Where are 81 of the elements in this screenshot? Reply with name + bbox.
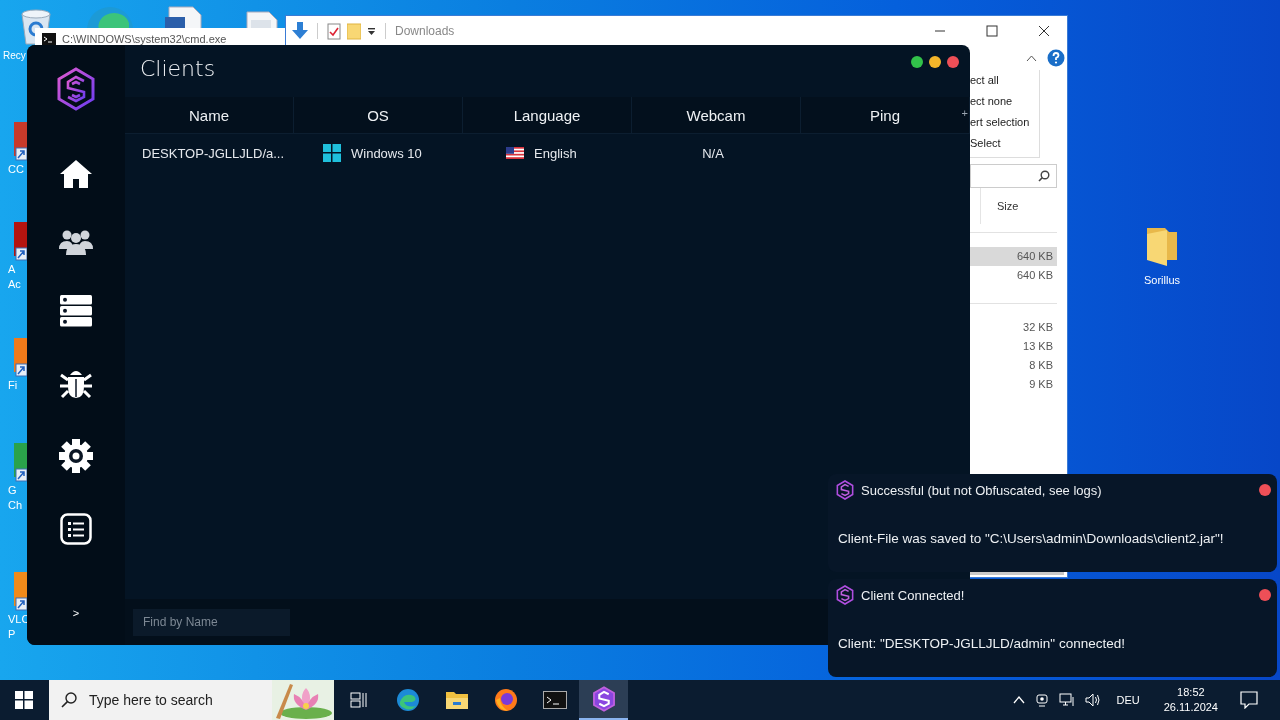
notifications-icon[interactable] bbox=[1240, 691, 1258, 709]
column-header[interactable]: Language bbox=[463, 97, 632, 133]
language-indicator[interactable]: DEU bbox=[1116, 694, 1140, 706]
document-icon[interactable] bbox=[165, 5, 203, 30]
hexagon-logo-icon bbox=[836, 480, 854, 500]
column-header[interactable]: Webcam bbox=[632, 97, 801, 133]
window-title: C:\WINDOWS\system32\cmd.exe bbox=[62, 33, 227, 46]
download-icon[interactable] bbox=[292, 22, 308, 40]
folder-icon bbox=[444, 690, 469, 710]
maximize-button[interactable] bbox=[911, 56, 923, 68]
collapse-ribbon-icon[interactable] bbox=[1026, 54, 1037, 62]
window-title: Downloads bbox=[395, 24, 455, 38]
maximize-icon[interactable] bbox=[986, 25, 998, 37]
desktop-icon-label: Ac bbox=[8, 277, 21, 292]
camera-icon[interactable] bbox=[1034, 693, 1049, 707]
desktop-icon-label: CC bbox=[8, 162, 24, 177]
properties-icon[interactable] bbox=[327, 22, 341, 40]
taskbar-button[interactable] bbox=[579, 680, 628, 720]
search-icon bbox=[1038, 170, 1050, 182]
clock[interactable]: 18:52 26.11.2024 bbox=[1163, 685, 1218, 715]
expand-button[interactable]: > bbox=[68, 605, 84, 621]
desktop-icon-label: Sorillus bbox=[1143, 274, 1181, 286]
search-field[interactable]: Find by Name bbox=[133, 608, 290, 636]
hexagon-logo-icon bbox=[836, 585, 854, 605]
file-size[interactable]: 640 KB bbox=[970, 247, 1057, 266]
table-cell: DESKTOP-JGLLJLD/a... bbox=[142, 145, 285, 161]
dropdown-icon[interactable] bbox=[367, 26, 376, 36]
notification-title: Client Connected! bbox=[861, 587, 965, 603]
column-header[interactable]: OS bbox=[294, 97, 463, 133]
desktop-icon-label: A bbox=[8, 262, 16, 277]
ribbon-item[interactable]: ect all bbox=[970, 74, 1039, 87]
firefox-icon bbox=[493, 688, 518, 712]
close-icon[interactable] bbox=[1038, 25, 1050, 37]
minimize-button[interactable] bbox=[929, 56, 941, 68]
search-field[interactable] bbox=[970, 164, 1057, 188]
windows-icon bbox=[323, 144, 341, 162]
desktop-icon-label: G bbox=[8, 483, 17, 498]
column-header[interactable]: Size bbox=[980, 188, 1067, 224]
caret-icon[interactable] bbox=[1012, 696, 1025, 704]
ribbon-item[interactable]: ert selection bbox=[970, 115, 1039, 128]
table-cell: N/A bbox=[702, 145, 724, 161]
search-icon bbox=[61, 692, 77, 708]
search-field[interactable]: Type here to search bbox=[49, 680, 334, 720]
desktop-icon-label: Recy bbox=[3, 50, 26, 61]
close-button[interactable] bbox=[1259, 484, 1271, 496]
terminal-icon bbox=[542, 691, 567, 709]
ribbon-item[interactable]: Select bbox=[970, 136, 1039, 149]
notification-message: Client: "DESKTOP-JGLLJLD/admin" connected! bbox=[837, 636, 1126, 651]
speaker-icon[interactable] bbox=[1084, 693, 1101, 707]
hexagon-logo-icon bbox=[591, 686, 616, 712]
file-size[interactable]: 13 KB bbox=[970, 337, 1057, 356]
users-icon[interactable] bbox=[59, 229, 93, 255]
windows-icon[interactable] bbox=[15, 691, 33, 709]
help-icon[interactable] bbox=[1047, 49, 1065, 67]
desktop-icon-label: P bbox=[8, 627, 16, 642]
column-header[interactable]: Name bbox=[125, 97, 294, 133]
desktop-icon-label: Ch bbox=[8, 498, 23, 513]
flag-icon bbox=[506, 147, 524, 159]
ribbon-item[interactable]: ect none bbox=[970, 95, 1039, 108]
network-icon[interactable] bbox=[1058, 693, 1075, 707]
file-size[interactable]: 9 KB bbox=[970, 375, 1057, 394]
close-button[interactable] bbox=[1259, 589, 1271, 601]
table-cell: Windows 10 bbox=[351, 145, 422, 161]
file-size[interactable]: 8 KB bbox=[970, 356, 1057, 375]
home-icon[interactable] bbox=[59, 159, 93, 189]
server-icon[interactable] bbox=[60, 295, 92, 327]
folder-icon[interactable] bbox=[1145, 226, 1179, 268]
add-column-button[interactable]: + bbox=[961, 107, 968, 119]
edge-icon bbox=[395, 688, 420, 712]
file-size[interactable]: 32 KB bbox=[970, 318, 1057, 337]
list-icon[interactable] bbox=[60, 513, 92, 545]
page-title: Clients bbox=[140, 55, 216, 81]
notification-message: Client-File was saved to "C:\Users\admin\Downloads\client2.jar"! bbox=[837, 531, 1225, 546]
console-icon bbox=[42, 33, 56, 45]
close-button[interactable] bbox=[947, 56, 959, 68]
table-cell: English bbox=[534, 145, 577, 161]
file-size[interactable]: 640 KB bbox=[970, 266, 1057, 285]
notification-title: Successful (but not Obfuscated, see logs) bbox=[861, 482, 1102, 498]
hexagon-logo-icon bbox=[56, 67, 96, 111]
desktop-icon-label: Fi bbox=[8, 378, 18, 393]
task-view-icon bbox=[349, 692, 368, 708]
